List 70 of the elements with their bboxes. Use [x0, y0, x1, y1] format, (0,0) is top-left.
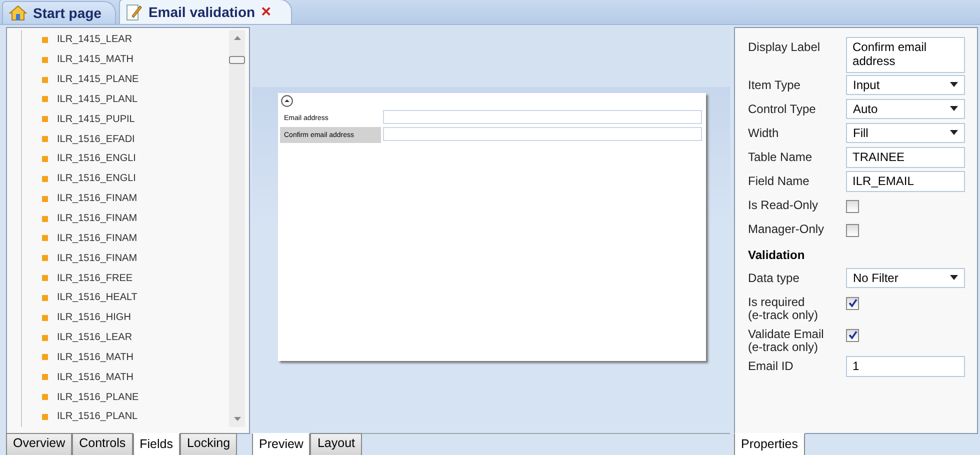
property-label: Manager-Only: [748, 220, 826, 236]
text-field[interactable]: ILR_EMAIL: [846, 170, 965, 192]
panel-tab[interactable]: Locking: [180, 433, 238, 455]
property-label: Is Read-Only: [748, 196, 820, 212]
field-item[interactable]: ILR_1516_ENGLI: [42, 168, 229, 189]
tab-label: Email validation: [148, 4, 256, 20]
scrollbar[interactable]: [229, 30, 245, 427]
caret-icon: [950, 275, 958, 280]
field-item[interactable]: ILR_1516_HEALT: [42, 288, 229, 308]
input-field[interactable]: [383, 110, 702, 124]
property-label: Field Name: [748, 172, 810, 188]
field-item[interactable]: ILR_1516_FINAM: [42, 188, 229, 209]
house-icon: [9, 5, 27, 21]
field-item[interactable]: ILR_1415_LEAR: [42, 30, 229, 50]
dropdown[interactable]: No Filter: [846, 268, 965, 288]
field-item[interactable]: ILR_1516_FINAM: [42, 228, 229, 248]
checkbox[interactable]: [846, 224, 859, 237]
field-item[interactable]: ILR_1415_PUPIL: [42, 109, 229, 130]
input-field[interactable]: [383, 127, 702, 141]
checkbox[interactable]: [846, 200, 859, 213]
text-field[interactable]: Confirm email address: [846, 37, 965, 73]
document-tab[interactable]: Email validation ×: [119, 0, 292, 24]
panel-tab[interactable]: Overview: [6, 433, 72, 455]
property-label: Control Type: [748, 100, 817, 116]
field-item[interactable]: ILR_1516_FINAM: [42, 248, 229, 268]
checkbox[interactable]: [846, 328, 859, 342]
field-item[interactable]: ILR_1516_MATH: [42, 348, 229, 368]
caret-icon: [950, 106, 958, 112]
field-item[interactable]: ILR_1415_PLANE: [42, 70, 229, 90]
property-label: Width: [748, 124, 780, 140]
scroll-down-icon[interactable]: [234, 417, 240, 421]
dropdown[interactable]: Auto: [846, 98, 965, 119]
property-label: Email ID: [748, 358, 794, 374]
field-item[interactable]: ILR_1516_HIGH: [42, 308, 229, 328]
field-item[interactable]: ILR_1516_PLANL: [42, 407, 229, 427]
checkbox[interactable]: [846, 296, 859, 310]
dropdown[interactable]: Fill: [846, 122, 965, 143]
panel-tab[interactable]: Controls: [72, 433, 133, 455]
property-label: Display Label: [748, 39, 822, 55]
caret-icon: [950, 82, 958, 88]
field-item[interactable]: ILR_1516_FINAM: [42, 208, 229, 228]
dropdown[interactable]: Input: [846, 74, 965, 95]
field-item[interactable]: ILR_1516_PLANE: [42, 387, 229, 408]
field-item[interactable]: ILR_1516_LEAR: [42, 328, 229, 348]
scroll-thumb[interactable]: [229, 56, 245, 64]
field-item[interactable]: ILR_1516_EFADI: [42, 129, 229, 150]
text-field[interactable]: 1: [846, 356, 965, 378]
view-tab[interactable]: Preview: [252, 433, 310, 455]
collapse-icon[interactable]: [281, 95, 293, 107]
field-item[interactable]: ILR_1516_FREE: [42, 268, 229, 288]
pencil-document-icon: [126, 3, 142, 21]
tab-label: Start page: [33, 5, 102, 21]
property-label: Validate Email (e-track only): [748, 326, 825, 356]
field-item[interactable]: ILR_1516_MATH: [42, 367, 229, 388]
property-label: Is required (e-track only): [748, 294, 820, 324]
property-label: Table Name: [748, 148, 814, 164]
view-tab[interactable]: Layout: [310, 433, 362, 455]
close-icon[interactable]: ×: [261, 2, 271, 22]
panel-tab[interactable]: Properties: [734, 433, 805, 455]
caret-icon: [950, 130, 958, 136]
scroll-up-icon[interactable]: [234, 36, 240, 40]
field-item[interactable]: ILR_1415_PLANL: [42, 90, 229, 110]
section-heading: Validation: [748, 246, 806, 264]
field-item[interactable]: ILR_1516_ENGLI: [42, 149, 229, 169]
panel-tab[interactable]: Fields: [132, 433, 180, 455]
property-label: Data type: [748, 270, 800, 286]
field-item[interactable]: ILR_1415_MATH: [42, 50, 229, 70]
document-tab[interactable]: Start page: [2, 1, 116, 24]
text-field[interactable]: TRAINEE: [846, 146, 965, 168]
property-label: Item Type: [748, 76, 802, 92]
